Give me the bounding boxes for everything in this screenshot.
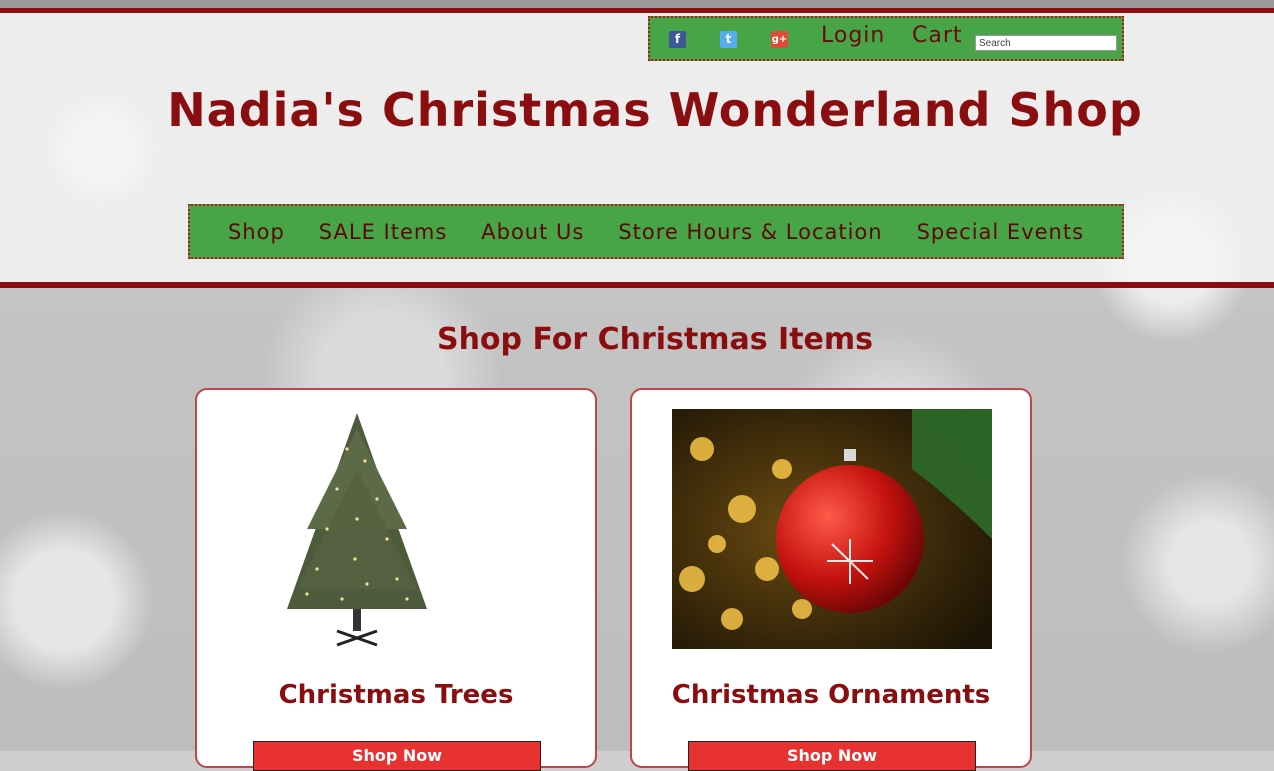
section-title: Shop For Christmas Items	[436, 322, 874, 357]
product-card-trees: Christmas Trees Shop Now	[195, 388, 597, 771]
site-title: Nadia's Christmas Wonderland Shop	[167, 83, 1143, 137]
facebook-icon[interactable]: f	[669, 31, 686, 48]
shop-now-button[interactable]: Shop Now	[253, 741, 541, 771]
card-title: Christmas Trees	[278, 680, 514, 710]
google-plus-icon[interactable]: g+	[771, 31, 788, 48]
nav-sale-items[interactable]: SALE Items	[319, 220, 447, 244]
shop-now-button[interactable]: Shop Now	[688, 741, 976, 771]
main-nav: Shop SALE Items About Us Store Hours & L…	[188, 204, 1124, 259]
utility-bar: f t g+ Login Cart	[648, 16, 1124, 61]
nav-special-events[interactable]: Special Events	[917, 220, 1084, 244]
christmas-tree-image[interactable]	[237, 409, 557, 649]
top-strip	[0, 0, 1274, 8]
cart-link[interactable]: Cart	[912, 23, 963, 48]
twitter-icon[interactable]: t	[720, 31, 737, 48]
nav-about-us[interactable]: About Us	[481, 220, 584, 244]
card-title: Christmas Ornaments	[671, 680, 991, 710]
nav-shop[interactable]: Shop	[228, 220, 285, 244]
nav-store-hours-location[interactable]: Store Hours & Location	[618, 220, 882, 244]
product-card-ornaments: Christmas Ornaments Shop Now	[630, 388, 1032, 771]
search-input[interactable]	[975, 35, 1117, 51]
login-link[interactable]: Login	[821, 23, 885, 48]
christmas-ornament-image[interactable]	[672, 409, 992, 649]
